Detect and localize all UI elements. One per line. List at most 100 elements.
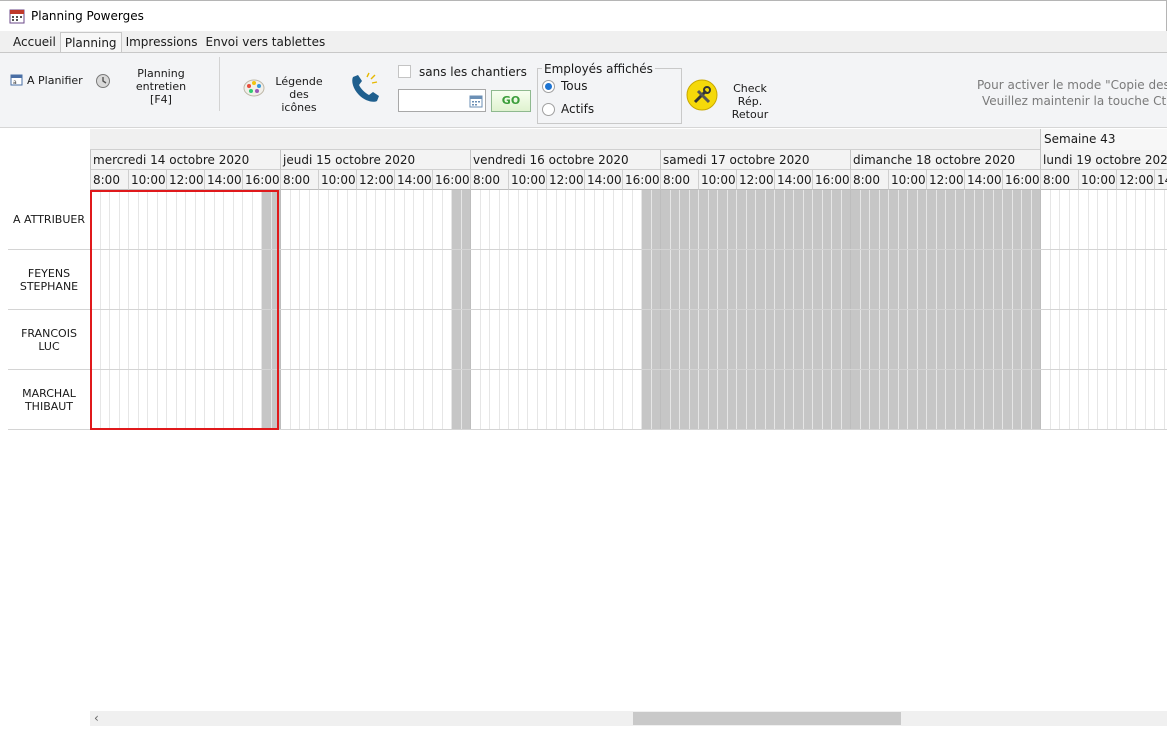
day-header-jeudi: jeudi 15 octobre 2020 bbox=[280, 150, 470, 170]
hour-label: 16:00 bbox=[432, 170, 470, 190]
radio-tous[interactable] bbox=[542, 80, 555, 93]
go-button[interactable]: GO bbox=[491, 90, 531, 112]
a-planifier-button[interactable]: a A Planifier bbox=[10, 73, 83, 87]
legende-button[interactable]: Légende des icônes bbox=[243, 75, 328, 114]
day-divider bbox=[850, 190, 851, 430]
hour-label: 16:00 bbox=[622, 170, 660, 190]
day-header-vendredi: vendredi 16 octobre 2020 bbox=[470, 150, 660, 170]
time-gridline bbox=[926, 190, 927, 430]
time-gridline bbox=[746, 190, 747, 430]
time-gridline bbox=[812, 190, 813, 430]
time-gridline bbox=[347, 190, 348, 430]
time-gridline bbox=[375, 190, 376, 430]
hour-label: 12:00 bbox=[356, 170, 394, 190]
scrollbar-thumb[interactable] bbox=[633, 712, 901, 725]
hour-label: 8:00 bbox=[1040, 170, 1078, 190]
phone-icon[interactable] bbox=[347, 71, 383, 105]
ribbon-separator bbox=[219, 57, 220, 111]
menu-bar: Accueil Planning Impressions Envoi vers … bbox=[0, 31, 1167, 52]
title-bar: Planning Powerges bbox=[0, 0, 1167, 31]
time-gridline bbox=[841, 190, 842, 430]
time-gridline bbox=[784, 190, 785, 430]
hour-label: 12:00 bbox=[736, 170, 774, 190]
hour-label: 10:00 bbox=[128, 170, 166, 190]
time-gridline bbox=[822, 190, 823, 430]
employee-name: THIBAUT bbox=[24, 399, 74, 413]
tab-impressions[interactable]: Impressions bbox=[122, 32, 202, 52]
time-gridline bbox=[888, 190, 889, 430]
time-gridline bbox=[765, 190, 766, 430]
sans-chantiers-checkbox[interactable] bbox=[398, 65, 411, 78]
legende-label-2: des icônes bbox=[281, 88, 317, 114]
hour-label: 14:00 bbox=[394, 170, 432, 190]
time-gridline bbox=[318, 190, 319, 430]
employee-row-francois[interactable]: FRANCOIS LUC bbox=[8, 310, 90, 370]
window-title: Planning Powerges bbox=[31, 9, 144, 23]
hour-label: 16:00 bbox=[242, 170, 280, 190]
time-gridline bbox=[974, 190, 975, 430]
tab-envoi-vers-tablettes[interactable]: Envoi vers tablettes bbox=[202, 32, 330, 52]
day-divider bbox=[470, 190, 471, 430]
time-gridline bbox=[917, 190, 918, 430]
tab-planning[interactable]: Planning bbox=[59, 32, 122, 52]
time-gridline bbox=[290, 190, 291, 430]
rep-retour-label: Rép. Retour bbox=[731, 95, 769, 121]
time-gridline bbox=[641, 190, 642, 430]
time-gridline bbox=[907, 190, 908, 430]
time-gridline bbox=[423, 190, 424, 430]
hour-label: 16:00 bbox=[812, 170, 850, 190]
time-gridline bbox=[613, 190, 614, 430]
time-gridline bbox=[575, 190, 576, 430]
time-gridline bbox=[499, 190, 500, 430]
time-gridline bbox=[708, 190, 709, 430]
selection-rectangle[interactable] bbox=[90, 190, 279, 430]
a-planifier-label: A Planifier bbox=[27, 73, 83, 87]
hour-label: 12:00 bbox=[926, 170, 964, 190]
time-gridline bbox=[1097, 190, 1098, 430]
time-gridline bbox=[860, 190, 861, 430]
time-gridline bbox=[413, 190, 414, 430]
hour-label: 8:00 bbox=[280, 170, 318, 190]
date-input[interactable] bbox=[398, 89, 486, 112]
tools-icon bbox=[686, 79, 718, 111]
time-gridline bbox=[1069, 190, 1070, 430]
time-gridline bbox=[537, 190, 538, 430]
planning-entretien-button[interactable]: Planning entretien [F4] bbox=[95, 67, 207, 106]
hour-label: 8:00 bbox=[90, 170, 128, 190]
planning-grid: Semaine 43 mercredi 14 octobre 2020 jeudi… bbox=[90, 129, 1167, 711]
time-gridline bbox=[309, 190, 310, 430]
employee-name: MARCHAL bbox=[22, 386, 76, 400]
date-picker-icon[interactable] bbox=[469, 94, 483, 108]
time-gridline bbox=[879, 190, 880, 430]
employee-row-a-attribuer[interactable]: A ATTRIBUER bbox=[8, 190, 90, 250]
time-gridline bbox=[632, 190, 633, 430]
radio-actifs-label: Actifs bbox=[561, 102, 595, 116]
check-rep-retour-button[interactable]: Check Rép. Retour bbox=[686, 79, 786, 121]
time-gridline bbox=[936, 190, 937, 430]
time-gridline bbox=[1088, 190, 1089, 430]
employee-name: FRANCOIS bbox=[21, 326, 77, 340]
time-gridline bbox=[1135, 190, 1136, 430]
time-gridline bbox=[1078, 190, 1079, 430]
radio-actifs[interactable] bbox=[542, 103, 555, 116]
horizontal-scrollbar[interactable]: ‹ bbox=[90, 711, 1167, 726]
time-gridline bbox=[898, 190, 899, 430]
day-divider bbox=[280, 190, 281, 430]
hour-label: 8:00 bbox=[470, 170, 508, 190]
info-text-line1: Pour activer le mode "Copie des bbox=[977, 78, 1167, 92]
week-label: Semaine 43 bbox=[1040, 129, 1167, 150]
employee-name: LUC bbox=[38, 339, 60, 353]
hour-label: 12:00 bbox=[166, 170, 204, 190]
planning-grid-body[interactable] bbox=[90, 190, 1167, 430]
time-gridline bbox=[651, 190, 652, 430]
hour-label: 10:00 bbox=[888, 170, 926, 190]
employee-row-feyens[interactable]: FEYENS STEPHANE bbox=[8, 250, 90, 310]
hour-label: 12:00 bbox=[1116, 170, 1154, 190]
tab-accueil[interactable]: Accueil bbox=[9, 32, 60, 52]
time-gridline bbox=[945, 190, 946, 430]
employee-row-marchal[interactable]: MARCHAL THIBAUT bbox=[8, 370, 90, 430]
time-gridline bbox=[1126, 190, 1127, 430]
time-gridline bbox=[385, 190, 386, 430]
employes-affiches-group bbox=[537, 68, 682, 124]
scroll-left-icon[interactable]: ‹ bbox=[94, 711, 99, 726]
